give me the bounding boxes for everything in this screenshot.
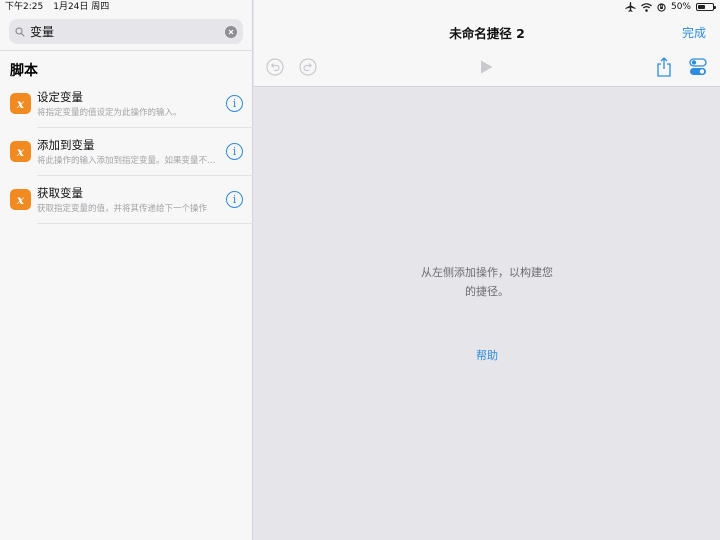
empty-state-line-1: 从左侧添加操作，以构建您 <box>421 266 553 279</box>
search-bar <box>9 19 243 44</box>
action-library-sidebar: 脚本 x 设定变量 将指定变量的值设定为此操作的输入。 i x 添加到变量 将此… <box>0 0 253 540</box>
status-left: 下午2:25 1月24日 周四 <box>5 0 109 14</box>
empty-state-line-2: 的捷径。 <box>465 285 509 298</box>
action-description: 将此操作的输入添加到指定变量。如果变量不存在则会创建 <box>37 156 217 166</box>
action-item-add-to-variable[interactable]: x 添加到变量 将此操作的输入添加到指定变量。如果变量不存在则会创建 i <box>0 128 253 176</box>
action-title: 设定变量 <box>37 90 83 104</box>
action-item-get-variable[interactable]: x 获取变量 获取指定变量的值，并将其传递给下一个操作 i <box>0 176 253 224</box>
help-link[interactable]: 帮助 <box>254 347 720 363</box>
battery-icon <box>696 3 716 11</box>
battery-percent: 50% <box>670 2 691 12</box>
status-date: 1月24日 周四 <box>53 2 110 12</box>
airplane-mode-icon <box>625 2 636 12</box>
search-input[interactable] <box>30 24 225 39</box>
share-icon[interactable] <box>656 57 672 77</box>
variable-x-icon: x <box>10 141 31 162</box>
status-right: 50% <box>625 0 716 14</box>
status-time: 下午2:25 <box>5 2 44 12</box>
shortcut-editor: 未命名捷径 2 完成 从左侧添加操作，以构建您 的捷径。 帮助 <box>254 0 720 540</box>
search-field[interactable] <box>9 19 243 44</box>
action-title: 获取变量 <box>37 186 83 200</box>
empty-state-message: 从左侧添加操作，以构建您 的捷径。 <box>254 263 720 301</box>
action-list: x 设定变量 将指定变量的值设定为此操作的输入。 i x 添加到变量 将此操作的… <box>0 80 253 224</box>
redo-icon[interactable] <box>299 58 317 76</box>
clear-search-icon[interactable] <box>225 25 237 38</box>
settings-toggles-icon[interactable] <box>689 57 707 77</box>
info-icon[interactable]: i <box>226 191 243 208</box>
shortcut-title[interactable]: 未命名捷径 2 <box>254 23 720 42</box>
sidebar-divider <box>0 50 253 51</box>
wifi-icon <box>641 2 652 12</box>
done-button[interactable]: 完成 <box>682 24 706 41</box>
action-item-set-variable[interactable]: x 设定变量 将指定变量的值设定为此操作的输入。 i <box>0 80 253 128</box>
battery-fill <box>698 5 705 9</box>
info-icon[interactable]: i <box>226 95 243 112</box>
variable-x-icon: x <box>10 189 31 210</box>
action-title: 添加到变量 <box>37 138 95 152</box>
search-icon <box>15 22 25 41</box>
undo-icon[interactable] <box>266 58 284 76</box>
rotation-lock-icon <box>657 2 666 12</box>
play-icon[interactable] <box>480 60 493 74</box>
action-description: 获取指定变量的值，并将其传递给下一个操作 <box>37 204 208 214</box>
info-icon[interactable]: i <box>226 143 243 160</box>
variable-x-icon: x <box>10 93 31 114</box>
section-title-scripting: 脚本 <box>10 63 38 79</box>
status-bar: 下午2:25 1月24日 周四 50% <box>0 0 720 14</box>
action-description: 将指定变量的值设定为此操作的输入。 <box>37 108 182 118</box>
